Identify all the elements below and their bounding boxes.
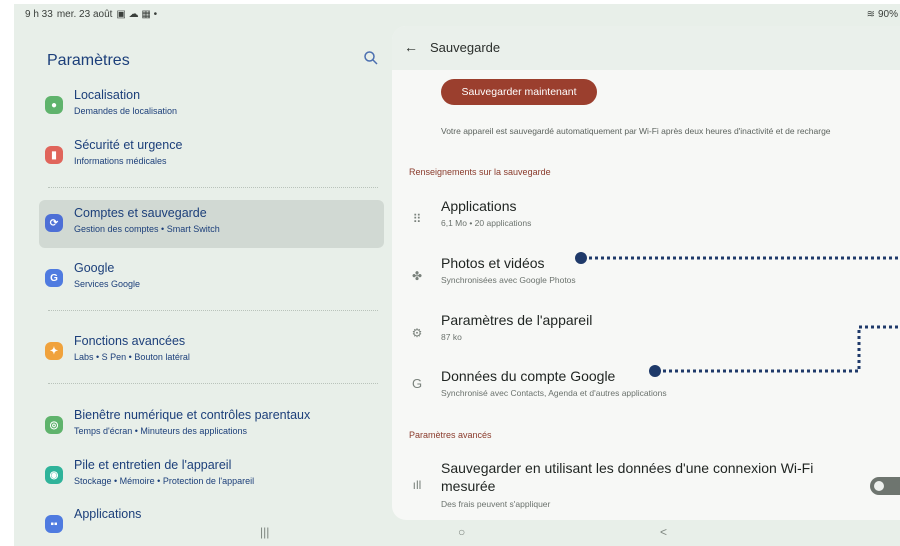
google-g-icon: G (411, 376, 423, 391)
settings-item-subtitle: Labs • S Pen • Bouton latéral (74, 352, 190, 362)
backup-item-photos-videos[interactable]: ✤ Photos et vidéos Synchronisées avec Go… (392, 255, 900, 305)
home-button[interactable]: ○ (458, 525, 465, 539)
backup-item-title: Données du compte Google (441, 368, 616, 384)
settings-item-advanced-features[interactable]: ✦ Fonctions avancées Labs • S Pen • Bout… (39, 328, 384, 376)
setting-title-line2: mesurée (441, 478, 496, 494)
pinwheel-icon: ✤ (411, 269, 423, 283)
settings-item-subtitle: Stockage • Mémoire • Protection de l'app… (74, 476, 255, 486)
settings-item-title: Google (74, 261, 115, 275)
wifi-icon: ≋ (866, 9, 875, 20)
settings-item-title: Bienêtre numérique et contrôles parentau… (74, 408, 311, 422)
settings-item-device-care[interactable]: ◉ Pile et entretien de l'appareil Stocka… (39, 452, 384, 500)
star-icon: ✦ (45, 342, 63, 360)
backup-item-google-account[interactable]: G Données du compte Google Synchronisé a… (392, 368, 900, 418)
settings-item-accounts-backup[interactable]: ⟳ Comptes et sauvegarde Gestion des comp… (39, 200, 384, 248)
status-time: 9 h 33 (25, 9, 53, 20)
status-date: mer. 23 août (56, 9, 113, 20)
setting-title-line1: Sauvegarder en utilisant les données d'u… (441, 460, 814, 476)
signal-bars-icon: ıll (412, 478, 422, 492)
backup-item-subtitle: Synchronisées avec Google Photos (441, 275, 576, 285)
settings-item-subtitle: Gestion des comptes • Smart Switch (74, 224, 220, 234)
setting-subtitle: Des frais peuvent s'appliquer (441, 499, 551, 509)
back-arrow-icon[interactable]: ← (404, 39, 418, 55)
recent-apps-button[interactable]: ||| (260, 525, 269, 539)
backup-detail-panel: ← Sauvegarde Sauvegarder maintenant Votr… (392, 26, 900, 520)
settings-item-security[interactable]: ▮ Sécurité et urgence Informations médic… (39, 132, 384, 180)
backup-item-subtitle: 6,1 Mo • 20 applications (441, 218, 532, 228)
backup-now-button[interactable]: Sauvegarder maintenant (441, 79, 597, 105)
tablet-screen: 9 h 33 mer. 23 août ▣ ☁ ▦ • ≋ 90% Paramè… (14, 4, 900, 546)
section-header-advanced: Paramètres avancés (409, 430, 492, 440)
settings-item-title: Localisation (74, 88, 141, 102)
settings-item-subtitle: Demandes de localisation (74, 106, 178, 116)
gear-icon: ⚙ (411, 326, 423, 340)
settings-item-google[interactable]: G Google Services Google (39, 255, 384, 303)
sync-icon: ⟳ (45, 214, 63, 232)
settings-item-title: Fonctions avancées (74, 334, 186, 348)
metered-wifi-backup-setting[interactable]: ıll Sauvegarder en utilisant les données… (392, 460, 900, 518)
settings-item-subtitle: Temps d'écran • Minuteurs des applicatio… (74, 426, 247, 436)
backup-item-device-settings[interactable]: ⚙ Paramètres de l'appareil 87 ko (392, 312, 900, 362)
settings-item-location[interactable]: ● Localisation Demandes de localisation (39, 82, 384, 130)
page-title: Paramètres (47, 52, 130, 69)
search-icon[interactable] (363, 50, 379, 66)
grid-icon: ⠿ (412, 212, 422, 226)
backup-item-title: Applications (441, 198, 517, 214)
navigation-bar: ||| ○ < (14, 520, 900, 546)
notification-icons: ▣ ☁ ▦ • (116, 9, 158, 20)
settings-item-subtitle: Informations médicales (74, 156, 167, 166)
device-care-icon: ◉ (45, 466, 63, 484)
divider (48, 187, 378, 188)
backup-item-subtitle: Synchronisé avec Contacts, Agenda et d'a… (441, 388, 667, 398)
backup-item-title: Paramètres de l'appareil (441, 312, 593, 328)
settings-item-title: Applications (74, 507, 142, 521)
back-button[interactable]: < (660, 525, 667, 539)
backup-description: Votre appareil est sauvegardé automatiqu… (441, 126, 831, 136)
battery-level: 90% (877, 9, 898, 20)
emergency-icon: ▮ (45, 146, 63, 164)
wellbeing-icon: ◎ (45, 416, 63, 434)
metered-wifi-toggle[interactable] (870, 477, 900, 495)
divider (48, 310, 378, 311)
settings-list-panel: Paramètres ● Localisation Demandes de lo… (14, 26, 394, 533)
section-header-backup-info: Renseignements sur la sauvegarde (409, 167, 551, 177)
settings-item-wellbeing[interactable]: ◎ Bienêtre numérique et contrôles parent… (39, 402, 384, 450)
location-icon: ● (45, 96, 63, 114)
divider (48, 383, 378, 384)
backup-item-applications[interactable]: ⠿ Applications 6,1 Mo • 20 applications (392, 198, 900, 248)
detail-title: Sauvegarde (430, 40, 501, 55)
settings-item-title: Pile et entretien de l'appareil (74, 458, 232, 472)
backup-item-subtitle: 87 ko (441, 332, 462, 342)
google-icon: G (45, 269, 63, 287)
detail-header: ← Sauvegarde (392, 26, 900, 70)
status-bar: 9 h 33 mer. 23 août ▣ ☁ ▦ • ≋ 90% (14, 4, 900, 26)
settings-item-title: Comptes et sauvegarde (74, 206, 207, 220)
settings-item-subtitle: Services Google (74, 279, 141, 289)
backup-item-title: Photos et vidéos (441, 255, 545, 271)
settings-item-title: Sécurité et urgence (74, 138, 183, 152)
